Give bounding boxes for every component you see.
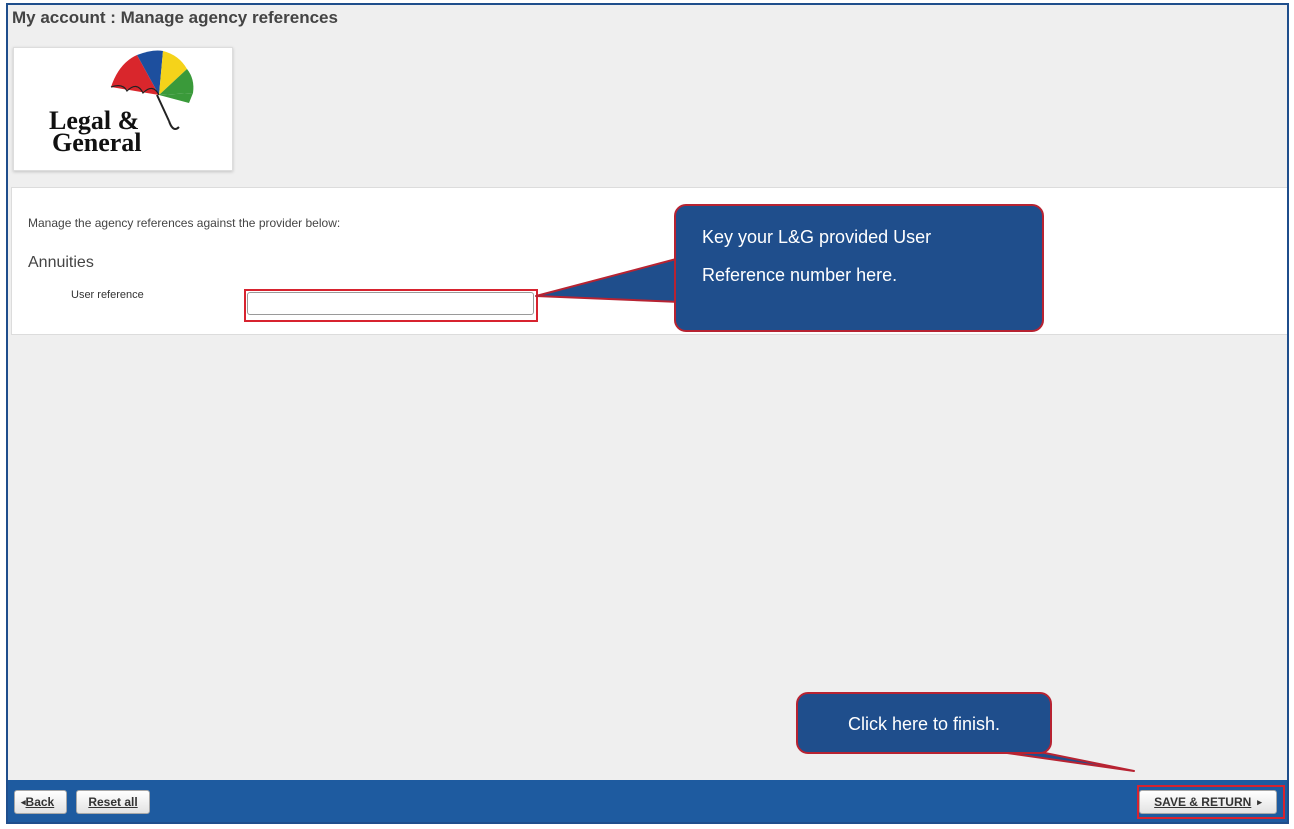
section-title-annuities: Annuities <box>28 254 94 271</box>
callout-finish: Click here to finish. <box>796 692 1052 754</box>
callout-user-reference: Key your L&G provided User Reference num… <box>674 204 1044 332</box>
user-reference-label: User reference <box>71 289 144 301</box>
reset-all-button-label: Reset all <box>88 795 138 809</box>
reset-all-button[interactable]: Reset all <box>76 790 150 814</box>
agency-references-panel: Manage the agency references against the… <box>11 187 1287 335</box>
page-title: My account : Manage agency references <box>12 8 338 27</box>
bottom-toolbar: ◂ Back Reset all SAVE & RETURN ▸ <box>8 780 1287 822</box>
provider-logo: Legal & General <box>13 47 233 171</box>
save-highlight-box <box>1137 785 1285 819</box>
back-button-label: Back <box>25 795 55 809</box>
back-button[interactable]: ◂ Back <box>14 790 67 814</box>
logo-text-line-2: General <box>52 128 142 157</box>
input-highlight-box <box>244 289 538 322</box>
app-window: My account : Manage agency references Le… <box>6 3 1289 824</box>
intro-text: Manage the agency references against the… <box>28 216 341 230</box>
